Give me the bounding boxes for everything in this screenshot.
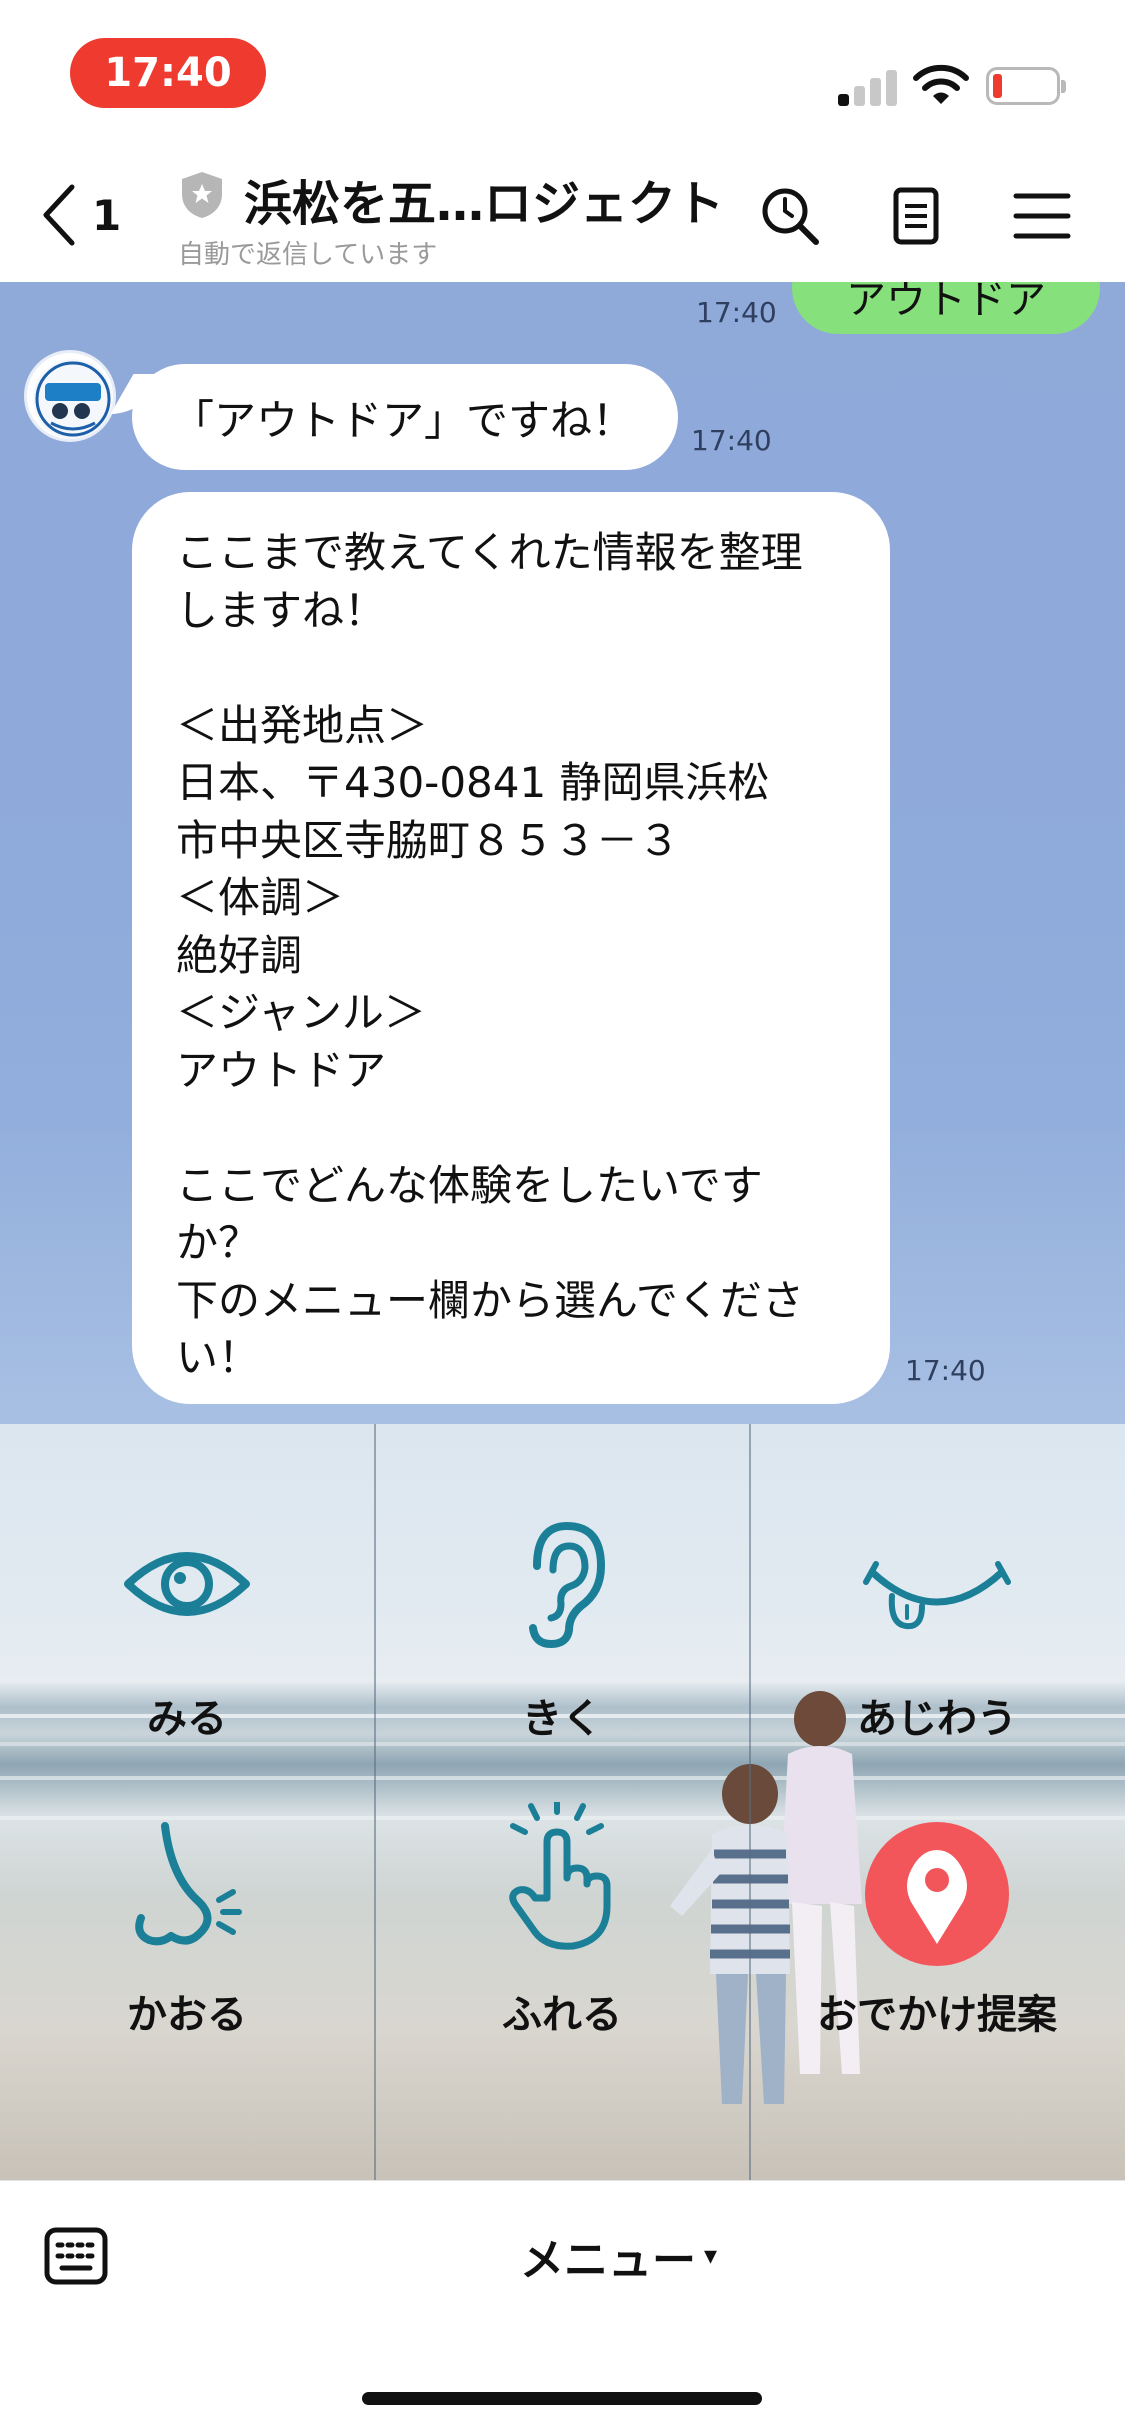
message-timestamp: 17:40 bbox=[905, 1354, 986, 1387]
bot-avatar[interactable] bbox=[24, 350, 116, 442]
note-icon[interactable] bbox=[884, 184, 948, 248]
message-line: ＜ジャンル＞ bbox=[176, 988, 426, 1037]
caret-down-icon: ▾ bbox=[704, 2241, 718, 2271]
menu-item-smell[interactable]: かおる bbox=[0, 1802, 374, 2180]
battery-icon bbox=[986, 67, 1066, 105]
hand-pointer-icon bbox=[509, 1802, 611, 1950]
message-line: ＜体調＞ bbox=[176, 873, 345, 922]
home-indicator[interactable] bbox=[362, 2392, 762, 2405]
search-icon[interactable] bbox=[758, 184, 822, 248]
status-time: 17:40 bbox=[70, 38, 266, 108]
rich-menu: みる きく あじわう かおる ふれる おでかけ提案 bbox=[0, 1424, 1125, 2180]
message-line bbox=[176, 1099, 854, 1157]
message-line: しますね！ bbox=[176, 585, 387, 635]
menu-toggle-label: メニュー bbox=[520, 2235, 696, 2286]
message-line: 市中央区寺脇町８５３－３ bbox=[176, 815, 681, 865]
message-line: 下のメニュー欄から選んでくださ bbox=[176, 1275, 804, 1325]
menu-item-touch[interactable]: ふれる bbox=[375, 1802, 749, 2180]
message-line: ここまで教えてくれた情報を整理 bbox=[176, 528, 803, 577]
keyboard-icon[interactable] bbox=[44, 2227, 108, 2285]
menu-item-label: かおる bbox=[127, 1992, 247, 2038]
chat-messages[interactable]: アウトドア 17:40 「アウトドア」ですね！ 17:40 ここまで教えてくれた… bbox=[0, 282, 1125, 1424]
message-line: 絶好調 bbox=[176, 930, 303, 980]
chevron-left-icon bbox=[43, 184, 75, 246]
nose-icon bbox=[135, 1822, 242, 1946]
unread-count: 1 bbox=[92, 190, 122, 240]
map-pin-icon bbox=[865, 1822, 1009, 1966]
menu-item-taste[interactable]: あじわう bbox=[750, 1424, 1124, 1802]
tongue-icon bbox=[863, 1561, 1011, 1630]
back-button[interactable]: 1 bbox=[38, 180, 121, 250]
message-line: アウトドア bbox=[176, 1045, 387, 1095]
shield-star-icon bbox=[182, 172, 222, 218]
menu-item-see[interactable]: みる bbox=[0, 1424, 374, 1802]
message-timestamp: 17:40 bbox=[691, 424, 772, 457]
message-line: ＜出発地点＞ bbox=[176, 700, 429, 750]
status-bar: 17:40 bbox=[0, 0, 1125, 150]
ear-icon bbox=[529, 1521, 606, 1649]
message-line: 日本、〒430-0841 静岡県浜松 bbox=[176, 758, 770, 807]
hamburger-menu-icon[interactable] bbox=[1010, 184, 1074, 248]
message-line: か？ bbox=[176, 1218, 261, 1267]
menu-item-label: あじわう bbox=[857, 1696, 1017, 1742]
menu-item-label: ふれる bbox=[502, 1992, 622, 2038]
received-message-bubble[interactable]: ここまで教えてくれた情報を整理 しますね！ ＜出発地点＞ 日本、〒430-084… bbox=[132, 492, 890, 1404]
menu-item-outing-suggestion[interactable]: おでかけ提案 bbox=[750, 1802, 1124, 2180]
chat-header: 1 浜松を五…ロジェクト 自動で返信しています bbox=[0, 150, 1125, 282]
message-line: ここでどんな体験をしたいです bbox=[176, 1160, 763, 1210]
wifi-icon bbox=[913, 64, 969, 104]
menu-item-label: きく bbox=[522, 1696, 602, 1742]
received-message-bubble[interactable]: 「アウトドア」ですね！ bbox=[132, 364, 678, 470]
bot-logo-icon bbox=[33, 359, 113, 439]
menu-item-label: みる bbox=[147, 1696, 227, 1742]
eye-icon bbox=[124, 1552, 250, 1616]
menu-item-label: おでかけ提案 bbox=[817, 1992, 1057, 2038]
menu-toggle-button[interactable]: メニュー ▾ bbox=[520, 2221, 717, 2291]
sent-message-bubble[interactable]: アウトドア bbox=[792, 282, 1100, 334]
message-timestamp: 17:40 bbox=[696, 296, 777, 329]
message-line bbox=[176, 639, 854, 697]
cellular-signal-icon bbox=[838, 66, 898, 106]
menu-item-listen[interactable]: きく bbox=[375, 1424, 749, 1802]
chat-title[interactable]: 浜松を五…ロジェクト bbox=[244, 164, 724, 234]
chat-subtitle: 自動で返信しています bbox=[178, 240, 438, 270]
message-line: い！ bbox=[176, 1333, 261, 1382]
